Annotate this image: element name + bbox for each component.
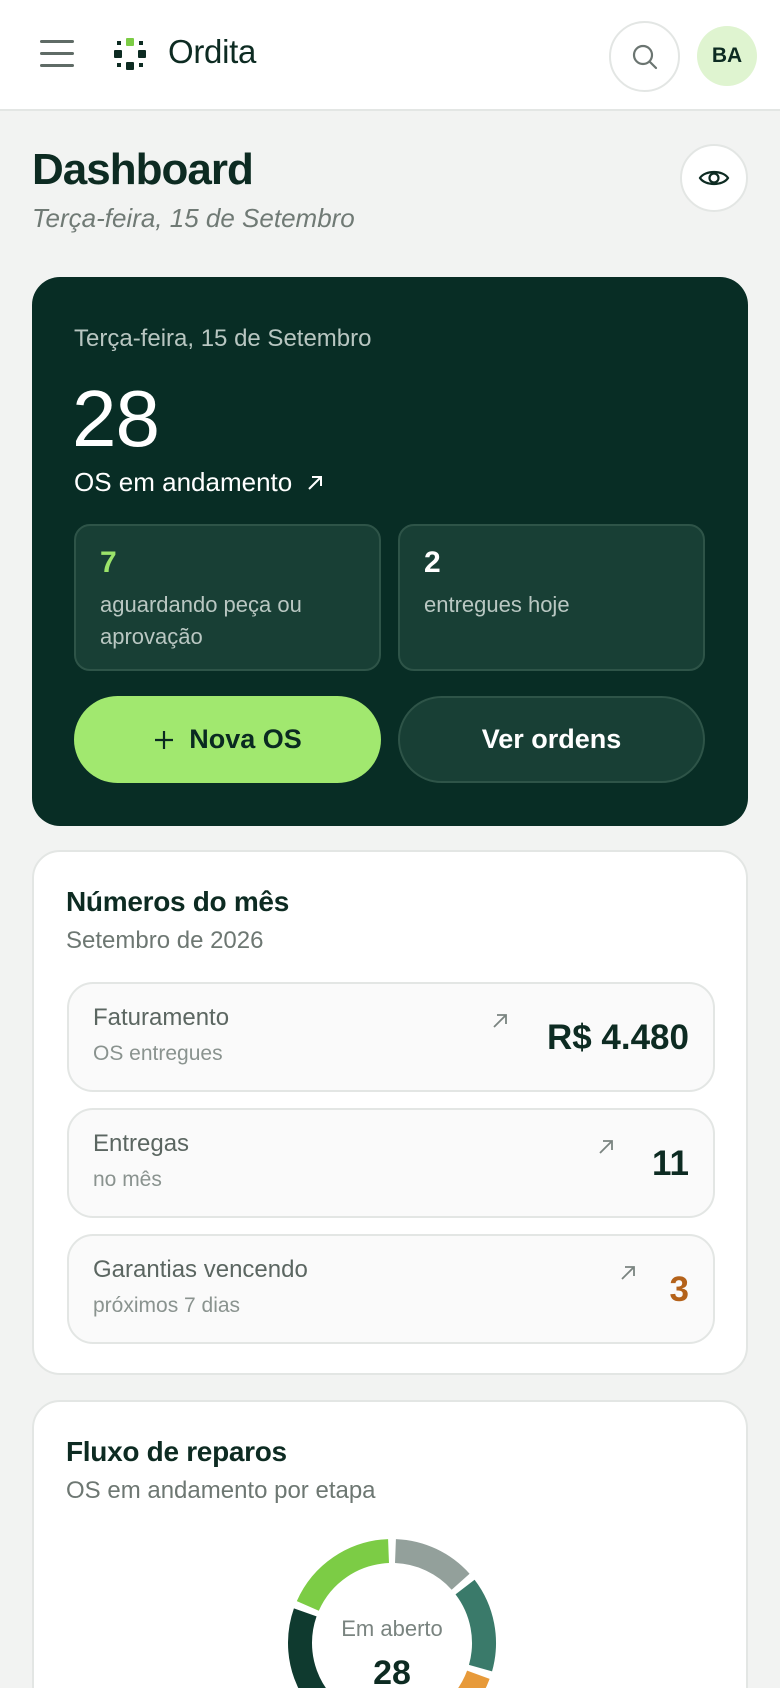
- open-orders-label: OS em andamento: [74, 467, 293, 497]
- page-date: Terça-feira, 15 de Setembro: [32, 203, 355, 233]
- ordita-logo-icon: [114, 38, 146, 70]
- brand-name: Ordita: [168, 33, 257, 70]
- waiting-count: 7: [100, 546, 117, 579]
- flow-subtitle: OS em andamento por etapa: [66, 1477, 376, 1504]
- stat-label: Faturamento: [93, 1004, 230, 1031]
- delivered-stat[interactable]: 2 entregues hoje: [398, 524, 705, 671]
- new-order-button[interactable]: Nova OS: [74, 696, 381, 783]
- overview-date: Terça-feira, 15 de Setembro: [74, 325, 372, 352]
- overview-card: Terça-feira, 15 de Setembro 28 OS em and…: [32, 277, 748, 826]
- new-order-label: Nova OS: [189, 724, 302, 754]
- stat-sublabel: OS entregues: [93, 1042, 223, 1065]
- donut-center-label: Em aberto: [341, 1616, 443, 1641]
- flow-title: Fluxo de reparos: [66, 1436, 287, 1467]
- stat-label: Entregas: [93, 1130, 190, 1157]
- month-subtitle: Setembro de 2026: [66, 927, 264, 954]
- arrow-up-right-icon: [308, 475, 323, 490]
- stat-sublabel: próximos 7 dias: [93, 1294, 241, 1317]
- eye-icon: [698, 170, 730, 186]
- arrow-up-right-icon: [493, 1014, 507, 1028]
- arrow-up-right-icon: [599, 1140, 613, 1154]
- delivered-count: 2: [424, 546, 441, 579]
- repair-flow-card: Fluxo de reparos OS em andamento por eta…: [32, 1400, 748, 1688]
- top-bar: Ordita BA: [0, 0, 780, 111]
- deliveries-stat[interactable]: Entregas no mês 11: [67, 1108, 715, 1218]
- arrow-up-right-icon: [621, 1266, 635, 1280]
- view-orders-button[interactable]: Ver ordens: [398, 696, 705, 783]
- revenue-stat[interactable]: Faturamento OS entregues R$ 4.480: [67, 982, 715, 1092]
- stat-value: 11: [652, 1144, 689, 1183]
- donut-center-value: 28: [373, 1654, 411, 1688]
- search-icon: [632, 44, 657, 69]
- warranties-stat[interactable]: Garantias vencendo próximos 7 dias 3: [67, 1234, 715, 1344]
- open-orders-link[interactable]: OS em andamento: [74, 467, 324, 498]
- search-button[interactable]: [609, 21, 680, 92]
- month-numbers-card: Números do mês Setembro de 2026 Faturame…: [32, 850, 748, 1375]
- toggle-visibility-button[interactable]: [680, 144, 748, 212]
- stat-label: Garantias vencendo: [93, 1256, 308, 1283]
- open-orders-count: 28: [72, 374, 160, 463]
- month-title: Números do mês: [66, 886, 289, 917]
- delivered-label: entregues hoje: [424, 592, 570, 617]
- menu-icon[interactable]: [40, 40, 74, 68]
- page-title: Dashboard: [32, 145, 254, 194]
- stat-value: 3: [669, 1270, 689, 1309]
- avatar[interactable]: BA: [697, 26, 757, 86]
- donut-segment-4: [296, 1539, 390, 1612]
- waiting-stat[interactable]: 7 aguardando peça ou aprovação: [74, 524, 381, 671]
- waiting-label: aguardando peça ou aprovação: [100, 592, 302, 649]
- donut-segment-0: [394, 1539, 470, 1591]
- stat-value: R$ 4.480: [546, 1018, 689, 1057]
- stat-sublabel: no mês: [93, 1168, 162, 1191]
- plus-icon: [155, 730, 174, 749]
